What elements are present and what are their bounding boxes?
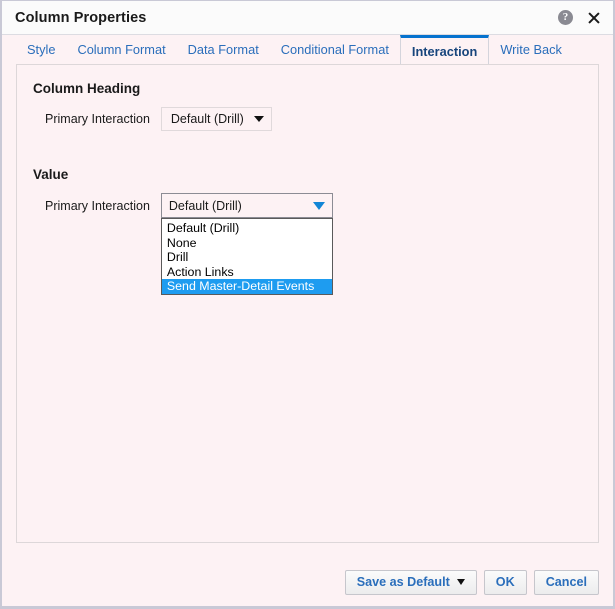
tab-conditional-format[interactable]: Conditional Format [270,36,400,64]
column-heading-primary-interaction-row: Primary Interaction Default (Drill) [45,107,598,131]
cancel-button[interactable]: Cancel [534,570,599,595]
close-icon[interactable] [586,10,602,26]
column-properties-dialog: Column Properties ? Style Column Format … [0,0,615,609]
option-none[interactable]: None [162,236,332,251]
tab-write-back[interactable]: Write Back [489,36,573,64]
column-heading-primary-interaction-label: Primary Interaction [45,112,150,126]
tab-interaction[interactable]: Interaction [400,35,489,64]
option-send-master-detail-events[interactable]: Send Master-Detail Events [162,279,332,294]
column-heading-section-title: Column Heading [33,81,598,96]
chevron-down-icon [254,116,264,122]
value-primary-interaction-option-list: Default (Drill) None Drill Action Links … [161,218,333,295]
help-circle-icon[interactable]: ? [558,10,573,25]
dialog-title: Column Properties [15,10,146,26]
save-as-default-label: Save as Default [357,575,450,589]
dialog-footer: Save as Default OK Cancel [2,558,613,606]
option-action-links[interactable]: Action Links [162,265,332,280]
value-primary-interaction-select-wrapper: Default (Drill) Default (Drill) None Dri… [161,193,333,218]
interaction-panel: Column Heading Primary Interaction Defau… [16,64,599,543]
chevron-down-icon [457,579,465,585]
panel-wrapper: Column Heading Primary Interaction Defau… [2,64,613,558]
tab-bar: Style Column Format Data Format Conditio… [2,35,613,64]
tab-data-format[interactable]: Data Format [177,36,270,64]
dialog-titlebar: Column Properties ? [2,1,613,35]
value-primary-interaction-label: Primary Interaction [45,199,150,213]
tab-column-format[interactable]: Column Format [66,36,176,64]
titlebar-actions: ? [558,1,602,34]
chevron-down-icon [313,202,325,210]
column-heading-select-value: Default (Drill) [171,112,244,126]
value-section-title: Value [33,167,598,182]
value-primary-interaction-row: Primary Interaction Default (Drill) Defa… [45,193,598,218]
tab-style[interactable]: Style [16,36,66,64]
value-primary-interaction-select[interactable]: Default (Drill) [161,193,333,218]
option-drill[interactable]: Drill [162,250,332,265]
ok-button[interactable]: OK [484,570,527,595]
save-as-default-button[interactable]: Save as Default [345,570,477,595]
option-default-drill[interactable]: Default (Drill) [162,221,332,236]
value-select-value: Default (Drill) [169,199,242,213]
column-heading-primary-interaction-select[interactable]: Default (Drill) [161,107,272,131]
